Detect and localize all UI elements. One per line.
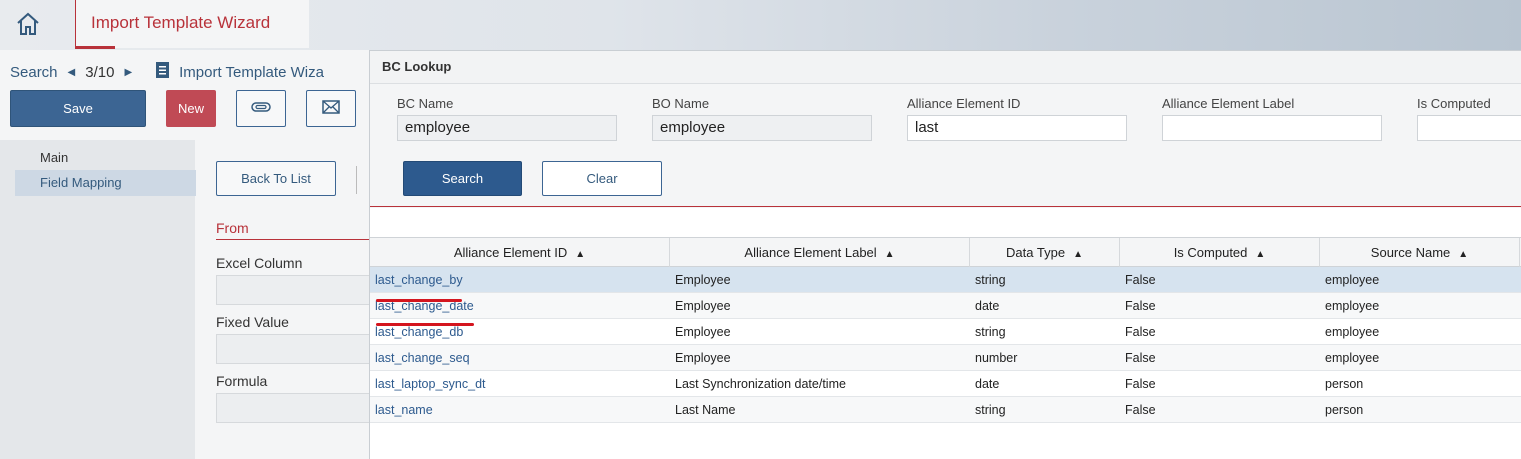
field-mapping-panel: Back To List From Excel Column Fixed Val…: [196, 140, 376, 459]
clear-button[interactable]: Clear: [542, 161, 662, 196]
table-row[interactable]: last_laptop_sync_dt Last Synchronization …: [370, 371, 1521, 397]
element-id-label: Alliance Element ID: [907, 96, 1021, 111]
cell-element-id[interactable]: last_laptop_sync_dt: [370, 371, 486, 397]
home-icon[interactable]: [10, 8, 46, 40]
section-divider: [216, 239, 370, 240]
next-arrow-icon[interactable]: ▶: [124, 67, 132, 78]
left-strip: [0, 140, 15, 459]
table-row[interactable]: last_change_date Employee date False employe…: [370, 293, 1521, 319]
annotation-underline: [376, 323, 474, 326]
lookup-filters: BC Name employee BO Name employee Allian…: [370, 84, 1521, 208]
bo-name-label: BO Name: [652, 96, 710, 111]
annotation-underline: [376, 299, 462, 302]
search-link[interactable]: Search: [10, 64, 58, 81]
formula-label: Formula: [216, 373, 268, 389]
cell-data-type: string: [975, 325, 1006, 339]
cell-element-label: Employee: [675, 273, 731, 287]
back-to-list-button[interactable]: Back To List: [216, 161, 336, 196]
paperclip-icon: [251, 101, 271, 116]
page-title: Import Template Wizard: [91, 13, 271, 32]
cell-element-label: Last Synchronization date/time: [675, 377, 846, 391]
bo-name-field[interactable]: employee: [652, 115, 872, 141]
element-id-field[interactable]: last: [907, 115, 1127, 141]
table-row[interactable]: last_name Last Name string False person: [370, 397, 1521, 423]
element-label-field[interactable]: [1162, 115, 1382, 141]
bc-name-label: BC Name: [397, 96, 454, 111]
record-nav: Search ◀ 3/10 ▶ Import Template Wiza: [10, 62, 324, 82]
title-underline: [75, 46, 115, 49]
cell-source-name: person: [1325, 403, 1364, 417]
cell-element-label: Employee: [675, 351, 731, 365]
formula-field[interactable]: [216, 393, 376, 423]
table-header: Alliance Element ID ▲ Alliance Element La…: [370, 237, 1521, 267]
cell-data-type: date: [975, 299, 1000, 313]
cell-element-id[interactable]: last_name: [370, 397, 433, 423]
divider: [356, 166, 357, 194]
fixed-value-label: Fixed Value: [216, 314, 289, 330]
cell-source-name: employee: [1325, 351, 1380, 365]
bc-name-field[interactable]: employee: [397, 115, 617, 141]
is-computed-label: Is Computed: [1417, 96, 1491, 111]
email-button[interactable]: [306, 90, 356, 127]
app-header: Import Template Wizard: [0, 0, 1521, 50]
save-button[interactable]: Save: [10, 90, 146, 127]
bc-lookup-dialog: BC Lookup BC Name employee BO Name emplo…: [369, 50, 1521, 459]
dialog-title: BC Lookup: [382, 59, 452, 74]
column-header-element-label[interactable]: Alliance Element Label ▲: [670, 238, 970, 267]
new-button[interactable]: New: [166, 90, 216, 127]
cell-element-id[interactable]: last_change_seq: [370, 345, 470, 371]
column-header-source-name[interactable]: Source Name ▲: [1320, 238, 1520, 267]
search-button[interactable]: Search: [403, 161, 522, 196]
results-divider: [370, 206, 1521, 207]
cell-source-name: employee: [1325, 299, 1380, 313]
table-row[interactable]: last_change_seq Employee number False employ…: [370, 345, 1521, 371]
cell-is-computed: False: [1125, 273, 1156, 287]
record-title: Import Template Wiza: [179, 63, 324, 81]
cell-is-computed: False: [1125, 351, 1156, 365]
record-page: Search ◀ 3/10 ▶ Import Template Wiza Sav…: [0, 50, 376, 459]
cell-element-id[interactable]: last_change_by: [370, 267, 463, 293]
column-header-element-id[interactable]: Alliance Element ID ▲: [370, 238, 670, 267]
cell-is-computed: False: [1125, 403, 1156, 417]
excel-column-field[interactable]: [216, 275, 376, 305]
column-header-data-type[interactable]: Data Type ▲: [970, 238, 1120, 267]
title-tab[interactable]: Import Template Wizard: [75, 0, 309, 48]
element-label-label: Alliance Element Label: [1162, 96, 1295, 111]
table-row[interactable]: last_change_db Employee string False employe…: [370, 319, 1521, 345]
cell-is-computed: False: [1125, 325, 1156, 339]
sidebar: Main Field Mapping: [15, 140, 196, 459]
cell-element-label: Employee: [675, 325, 731, 339]
fixed-value-field[interactable]: [216, 334, 376, 364]
envelope-icon: [322, 100, 340, 117]
cell-source-name: employee: [1325, 325, 1380, 339]
cell-is-computed: False: [1125, 299, 1156, 313]
attach-button[interactable]: [236, 90, 286, 127]
cell-data-type: string: [975, 403, 1006, 417]
cell-element-label: Employee: [675, 299, 731, 313]
is-computed-field[interactable]: [1417, 115, 1521, 141]
sidebar-item-field-mapping[interactable]: Field Mapping: [15, 170, 196, 196]
cell-data-type: date: [975, 377, 1000, 391]
dialog-header: BC Lookup: [370, 51, 1521, 84]
sidebar-item-main[interactable]: Main: [15, 145, 196, 171]
pager-text: 3/10: [85, 63, 115, 81]
document-icon: [156, 62, 170, 82]
from-section-label: From: [216, 220, 249, 236]
cell-element-label: Last Name: [675, 403, 736, 417]
cell-data-type: string: [975, 273, 1006, 287]
excel-column-label: Excel Column: [216, 255, 303, 271]
cell-element-id[interactable]: last_change_date: [370, 293, 474, 319]
cell-source-name: person: [1325, 377, 1364, 391]
cell-data-type: number: [975, 351, 1018, 365]
cell-source-name: employee: [1325, 273, 1380, 287]
prev-arrow-icon[interactable]: ◀: [68, 67, 76, 78]
table-row[interactable]: last_change_by Employee string False employe…: [370, 267, 1521, 293]
cell-is-computed: False: [1125, 377, 1156, 391]
column-header-is-computed[interactable]: Is Computed ▲: [1120, 238, 1320, 267]
